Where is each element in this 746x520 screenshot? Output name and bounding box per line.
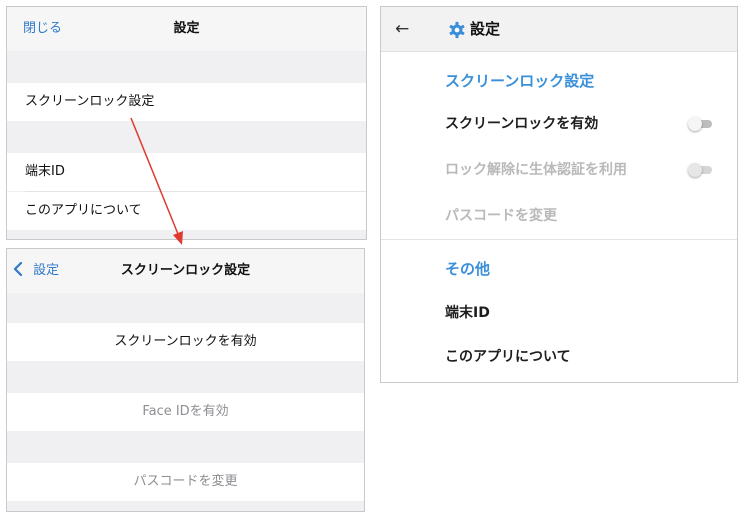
android-settings-panel: ← 設定 スクリーンロック設定 スクリーンロックを有効 ロック解除に生体認証を利…: [380, 6, 738, 383]
item-biometric-unlock: ロック解除に生体認証を利用: [445, 162, 627, 178]
page-title: 設定: [173, 21, 200, 36]
item-enable-screenlock[interactable]: スクリーンロックを有効: [445, 113, 598, 133]
android-settings-list: スクリーンロック設定 スクリーンロックを有効 ロック解除に生体認証を利用 パスコ…: [381, 52, 737, 382]
item-about-app[interactable]: このアプリについて: [445, 346, 571, 366]
item-change-passcode: パスコードを変更: [445, 208, 557, 224]
section-title-screenlock: スクリーンロック設定: [445, 72, 595, 90]
page-title: スクリーンロック設定: [120, 263, 251, 278]
ios-settings-navbar: 閉じる 設定: [7, 7, 366, 51]
page-title: 設定: [470, 20, 501, 38]
ios-settings-panel: 閉じる 設定 スクリーンロック設定 端末ID このアプリについて: [6, 6, 367, 240]
screenlock-toggle[interactable]: [688, 117, 712, 131]
section-divider: [381, 239, 737, 240]
row-about-app[interactable]: このアプリについて: [7, 192, 366, 230]
row-screenlock-settings[interactable]: スクリーンロック設定: [7, 83, 366, 121]
item-device-id[interactable]: 端末ID: [445, 302, 490, 322]
ios-screenlock-navbar: 設定 スクリーンロック設定: [7, 249, 364, 293]
toggle-knob: [688, 117, 702, 131]
row-change-passcode: パスコードを変更: [7, 463, 364, 501]
toggle-knob: [688, 163, 702, 177]
android-app-bar: ← 設定: [381, 7, 737, 52]
biometric-toggle: [688, 163, 712, 177]
section-title-other: その他: [445, 260, 491, 278]
arrow-left-icon[interactable]: ←: [395, 7, 409, 51]
ios-screenlock-panel: 設定 スクリーンロック設定 スクリーンロックを有効 Face IDを有効 パスコ…: [6, 248, 365, 512]
gear-icon: [449, 21, 465, 39]
row-device-id[interactable]: 端末ID: [7, 153, 366, 191]
row-enable-screenlock[interactable]: スクリーンロックを有効: [7, 323, 364, 361]
row-enable-face-id: Face IDを有効: [7, 393, 364, 431]
